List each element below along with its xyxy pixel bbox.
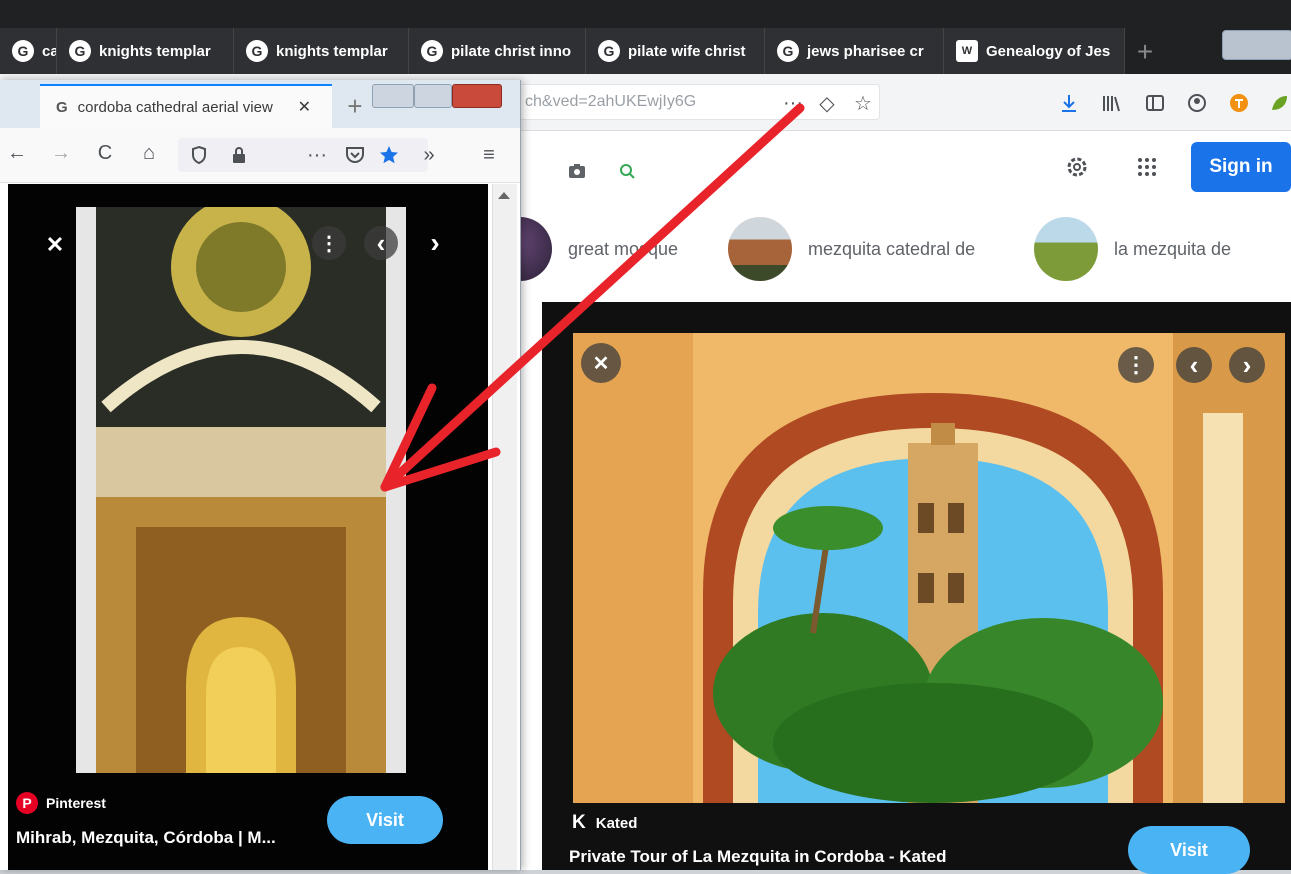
chip-label: mezquita catedral de xyxy=(808,238,976,259)
result-source[interactable]: P Pinterest xyxy=(16,792,106,814)
tab-label: pilate christ inno xyxy=(451,42,572,60)
chip-thumbnail xyxy=(728,217,792,281)
bookmark-star-icon[interactable] xyxy=(374,140,404,170)
tab-label: pilate wife christ xyxy=(628,42,746,60)
addon-leaf-icon[interactable] xyxy=(1264,88,1291,118)
tab-label: Genealogy of Jes xyxy=(986,42,1111,60)
extension-icon[interactable] xyxy=(1224,88,1254,118)
tab-2[interactable]: Gknights templar xyxy=(234,28,409,74)
kated-logo-icon: K xyxy=(572,812,586,833)
related-chip-la-mezquita[interactable]: la mezquita de xyxy=(1034,216,1231,282)
url-text: ch&ved=2ahUKEwjIy6G xyxy=(525,93,697,110)
next-image-button[interactable]: › xyxy=(418,226,452,260)
home-icon[interactable]: ⌂ xyxy=(134,138,164,168)
previous-image-button[interactable]: ‹ xyxy=(364,226,398,260)
reload-icon[interactable]: C xyxy=(90,138,120,168)
settings-gear-icon[interactable] xyxy=(1062,152,1092,182)
result-title[interactable]: Private Tour of La Mezquita in Cordoba -… xyxy=(569,847,1129,867)
google-icon: G xyxy=(12,40,34,62)
sidebar-icon[interactable] xyxy=(1140,88,1170,118)
chip-label: great mosque xyxy=(568,238,679,259)
close-preview-button[interactable]: ✕ xyxy=(40,230,70,260)
new-tab-button[interactable]: + xyxy=(1125,30,1165,74)
back-arrow-icon[interactable]: ← xyxy=(2,138,32,168)
google-icon: G xyxy=(777,40,799,62)
new-tab-button[interactable]: + xyxy=(340,86,370,126)
forward-arrow-icon[interactable]: → xyxy=(46,138,76,168)
window-controls[interactable] xyxy=(1222,30,1291,60)
google-icon: G xyxy=(421,40,443,62)
tab-label: knights templar xyxy=(276,42,388,60)
result-title[interactable]: Mihrab, Mezquita, Córdoba | M... xyxy=(16,828,316,848)
vertical-scrollbar[interactable] xyxy=(492,184,517,870)
source-name: Kated xyxy=(595,814,638,832)
more-options-button[interactable]: ⋮ xyxy=(1118,347,1154,383)
tab-6[interactable]: W Genealogy of Jes xyxy=(944,28,1125,74)
tab-5[interactable]: Gjews pharisee cr xyxy=(765,28,944,74)
tab-label: jews pharisee cr xyxy=(807,42,924,60)
google-icon: G xyxy=(69,40,91,62)
account-icon[interactable] xyxy=(1182,88,1212,118)
tab-label: can xyxy=(42,42,56,60)
google-icon: G xyxy=(598,40,620,62)
related-chip-mezquita-catedral[interactable]: mezquita catedral de xyxy=(728,216,975,282)
google-icon: G xyxy=(56,98,68,116)
more-actions-icon[interactable]: ··· xyxy=(778,88,808,118)
lock-icon xyxy=(224,140,254,170)
library-icon[interactable] xyxy=(1096,88,1126,118)
tab-1[interactable]: Gknights templar xyxy=(57,28,234,74)
chip-thumbnail xyxy=(1034,217,1098,281)
menu-icon[interactable]: ≡ xyxy=(474,140,504,170)
close-preview-button[interactable]: ✕ xyxy=(581,343,621,383)
shield-icon[interactable] xyxy=(184,140,214,170)
result-source[interactable]: K Kated xyxy=(572,812,637,834)
tab-label: knights templar xyxy=(99,42,211,60)
close-tab-icon[interactable]: ✕ xyxy=(298,97,311,117)
tab-3[interactable]: Gpilate christ inno xyxy=(409,28,586,74)
mihrab-photo[interactable] xyxy=(76,207,406,773)
pocket-icon[interactable]: ◇ xyxy=(812,88,842,118)
wikipedia-icon: W xyxy=(956,40,978,62)
tab-cordoba-cathedral[interactable]: G cordoba cathedral aerial view ✕ xyxy=(40,84,332,128)
tab-label: cordoba cathedral aerial view xyxy=(77,98,273,116)
search-icon[interactable] xyxy=(612,156,642,186)
camera-icon[interactable] xyxy=(562,156,592,186)
scroll-up-arrow-icon[interactable] xyxy=(498,192,510,199)
apps-grid-icon[interactable] xyxy=(1132,152,1162,182)
minimize-button[interactable] xyxy=(372,84,414,108)
more-options-button[interactable]: ⋮ xyxy=(312,226,346,260)
tab-4[interactable]: Gpilate wife christ xyxy=(586,28,765,74)
close-window-button[interactable] xyxy=(452,84,502,108)
overflow-chevron-icon[interactable]: » xyxy=(414,140,444,170)
previous-image-button[interactable]: ‹ xyxy=(1176,347,1212,383)
next-image-button[interactable]: › xyxy=(1229,347,1265,383)
more-actions-icon[interactable]: ··· xyxy=(302,140,332,170)
download-icon[interactable] xyxy=(1054,88,1084,118)
chip-label: la mezquita de xyxy=(1114,238,1232,259)
mezquita-courtyard-photo[interactable] xyxy=(573,333,1285,803)
window-controls[interactable] xyxy=(372,84,512,110)
sign-in-button[interactable]: Sign in xyxy=(1191,142,1291,192)
pinterest-icon: P xyxy=(16,792,38,814)
visit-button[interactable]: Visit xyxy=(327,796,443,844)
maximize-button[interactable] xyxy=(414,84,452,108)
pocket-icon[interactable] xyxy=(340,140,370,170)
visit-button[interactable]: Visit xyxy=(1128,826,1250,874)
google-icon: G xyxy=(246,40,268,62)
bookmark-star-icon[interactable]: ☆ xyxy=(848,88,878,118)
source-name: Pinterest xyxy=(46,795,106,811)
tab-0[interactable]: Gcan xyxy=(0,28,57,74)
